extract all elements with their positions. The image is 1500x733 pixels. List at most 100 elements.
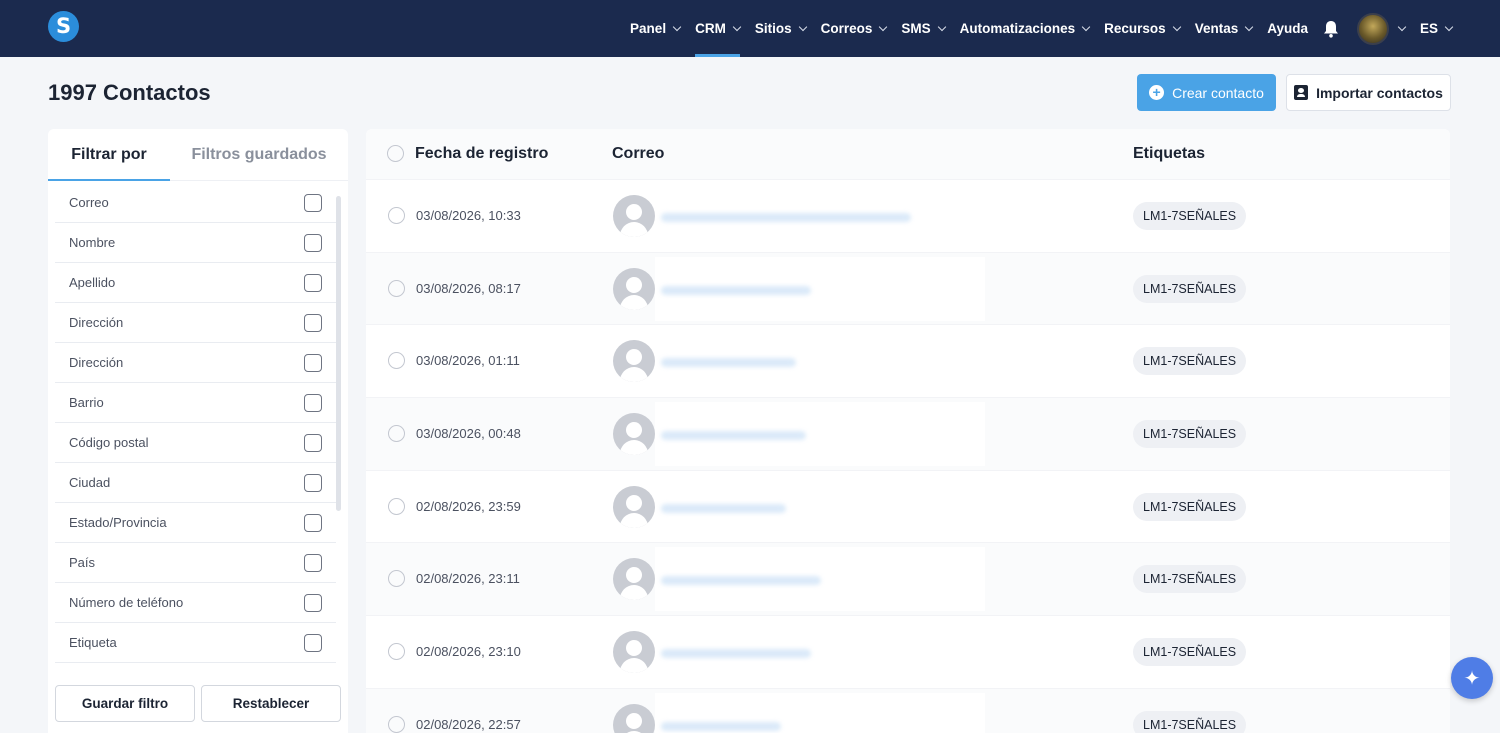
chevron-down-icon [879, 22, 888, 31]
select-all-radio[interactable] [387, 145, 404, 162]
tag-badge[interactable]: LM1-7SEÑALES [1133, 492, 1247, 521]
nav-label: CRM [695, 21, 726, 36]
create-contact-button[interactable]: + Crear contacto [1137, 74, 1276, 111]
filter-checkbox[interactable] [304, 593, 322, 612]
filter-checkbox[interactable] [304, 353, 322, 372]
email-redacted[interactable] [655, 620, 985, 685]
column-header-correo[interactable]: Correo [612, 129, 664, 179]
filter-scrollbar[interactable] [336, 196, 341, 511]
nav-label: Sitios [754, 21, 792, 36]
filter-item-codigo-postal[interactable]: Código postal [55, 423, 336, 463]
chevron-down-icon [1081, 22, 1091, 31]
row-select-radio[interactable] [388, 715, 405, 733]
row-select-radio[interactable] [388, 497, 405, 515]
tab-filtros-guardados[interactable]: Filtros guardados [170, 129, 348, 180]
sparkle-icon[interactable]: ✦ [1451, 657, 1493, 699]
filter-checkbox[interactable] [304, 193, 322, 212]
filter-checkbox[interactable] [304, 273, 322, 292]
tag-badge[interactable]: LM1-7SEÑALES [1133, 347, 1247, 376]
contacts-table: Fecha de registro Correo Etiquetas 03/08… [366, 129, 1450, 733]
nav-sitios[interactable]: Sitios [754, 0, 807, 57]
reset-filter-button[interactable]: Restablecer [201, 685, 341, 722]
table-row[interactable]: 03/08/2026, 01:11 LM1-7SEÑALES [366, 324, 1450, 397]
filter-checkbox[interactable] [304, 393, 322, 412]
row-select-radio[interactable] [388, 425, 405, 443]
filter-checkbox[interactable] [304, 233, 322, 252]
nav-label: Panel [630, 21, 667, 36]
row-select-radio[interactable] [388, 570, 405, 588]
import-contacts-button[interactable]: Importar contactos [1286, 74, 1451, 111]
tag-badge[interactable]: LM1-7SEÑALES [1133, 638, 1247, 667]
table-row[interactable]: 02/08/2026, 23:59 LM1-7SEÑALES [366, 469, 1450, 543]
table-row[interactable]: 02/08/2026, 23:10 LM1-7SEÑALES [366, 615, 1450, 688]
filter-item-etiqueta[interactable]: Etiqueta [55, 623, 336, 663]
filter-label: Correo [69, 195, 109, 210]
email-redacted[interactable] [655, 184, 985, 248]
language-selector[interactable]: ES [1420, 0, 1454, 57]
table-row[interactable]: 03/08/2026, 08:17 LM1-7SEÑALES [366, 251, 1450, 325]
tab-filtrar-por[interactable]: Filtrar por [48, 129, 170, 181]
registration-date: 02/08/2026, 23:11 [416, 571, 520, 587]
nav-ventas[interactable]: Ventas [1195, 0, 1254, 57]
email-redacted[interactable] [655, 329, 985, 394]
nav-sms[interactable]: SMS [901, 0, 946, 57]
filter-item-correo[interactable]: Correo [55, 183, 336, 223]
table-row[interactable]: 03/08/2026, 00:48 LM1-7SEÑALES [366, 397, 1450, 470]
filter-item-telefono[interactable]: Número de teléfono [55, 583, 336, 623]
tag-badge[interactable]: LM1-7SEÑALES [1133, 710, 1247, 733]
filter-item-apellido[interactable]: Apellido [55, 263, 336, 303]
filter-tabs: Filtrar por Filtros guardados [48, 129, 348, 181]
filter-checkbox[interactable] [304, 633, 322, 652]
nav-panel[interactable]: Panel [630, 0, 682, 57]
nav-crm[interactable]: CRM [695, 0, 742, 57]
registration-date: 03/08/2026, 01:11 [416, 353, 520, 369]
column-header-fecha[interactable]: Fecha de registro [415, 129, 548, 179]
filter-item-estado[interactable]: Estado/Provincia [55, 503, 336, 543]
filter-checkbox[interactable] [304, 313, 322, 332]
app-logo[interactable]: S [48, 11, 79, 42]
nav-label: Ayuda [1267, 21, 1308, 36]
email-redacted[interactable] [655, 402, 985, 467]
email-redacted[interactable] [655, 692, 985, 733]
nav-ayuda[interactable]: Ayuda [1267, 0, 1308, 57]
filter-actions: Guardar filtro Restablecer [55, 685, 341, 722]
filter-item-ciudad[interactable]: Ciudad [55, 463, 336, 503]
row-select-radio[interactable] [388, 207, 405, 224]
tag-badge[interactable]: LM1-7SEÑALES [1133, 420, 1247, 449]
chevron-down-icon [732, 22, 742, 31]
chevron-down-icon [798, 22, 807, 31]
filter-item-barrio[interactable]: Barrio [55, 383, 336, 423]
nav-correos[interactable]: Correos [820, 0, 888, 57]
chevron-down-icon [1444, 22, 1454, 31]
email-redacted[interactable] [655, 256, 985, 321]
column-header-etiquetas[interactable]: Etiquetas [1133, 129, 1205, 179]
tag-badge[interactable]: LM1-7SEÑALES [1133, 565, 1247, 594]
account-menu[interactable] [1356, 12, 1407, 45]
filter-checkbox[interactable] [304, 513, 322, 532]
chevron-down-icon [672, 22, 682, 31]
table-row[interactable]: 03/08/2026, 10:33 LM1-7SEÑALES [366, 179, 1450, 252]
nav-automatizaciones[interactable]: Automatizaciones [960, 0, 1091, 57]
row-select-radio[interactable] [388, 279, 405, 297]
email-redacted[interactable] [655, 547, 985, 612]
filter-item-pais[interactable]: País [55, 543, 336, 583]
tag-badge[interactable]: LM1-7SEÑALES [1133, 202, 1247, 230]
filter-checkbox[interactable] [304, 473, 322, 492]
create-contact-label: Crear contacto [1172, 84, 1264, 101]
bell-icon[interactable] [1323, 20, 1339, 38]
tag-badge[interactable]: LM1-7SEÑALES [1133, 274, 1247, 303]
filter-item-direccion-2[interactable]: Dirección [55, 343, 336, 383]
row-select-radio[interactable] [388, 352, 405, 370]
registration-date: 02/08/2026, 22:57 [416, 716, 521, 732]
table-row[interactable]: 02/08/2026, 22:57 LM1-7SEÑALES [366, 687, 1450, 733]
email-redacted[interactable] [655, 474, 985, 539]
filter-checkbox[interactable] [304, 433, 322, 452]
save-filter-button[interactable]: Guardar filtro [55, 685, 195, 722]
nav-recursos[interactable]: Recursos [1104, 0, 1181, 57]
table-row[interactable]: 02/08/2026, 23:11 LM1-7SEÑALES [366, 542, 1450, 616]
row-select-radio[interactable] [388, 643, 405, 661]
filter-item-nombre[interactable]: Nombre [55, 223, 336, 263]
nav-label: Correos [820, 21, 873, 36]
filter-checkbox[interactable] [304, 553, 322, 572]
filter-item-direccion[interactable]: Dirección [55, 303, 336, 343]
